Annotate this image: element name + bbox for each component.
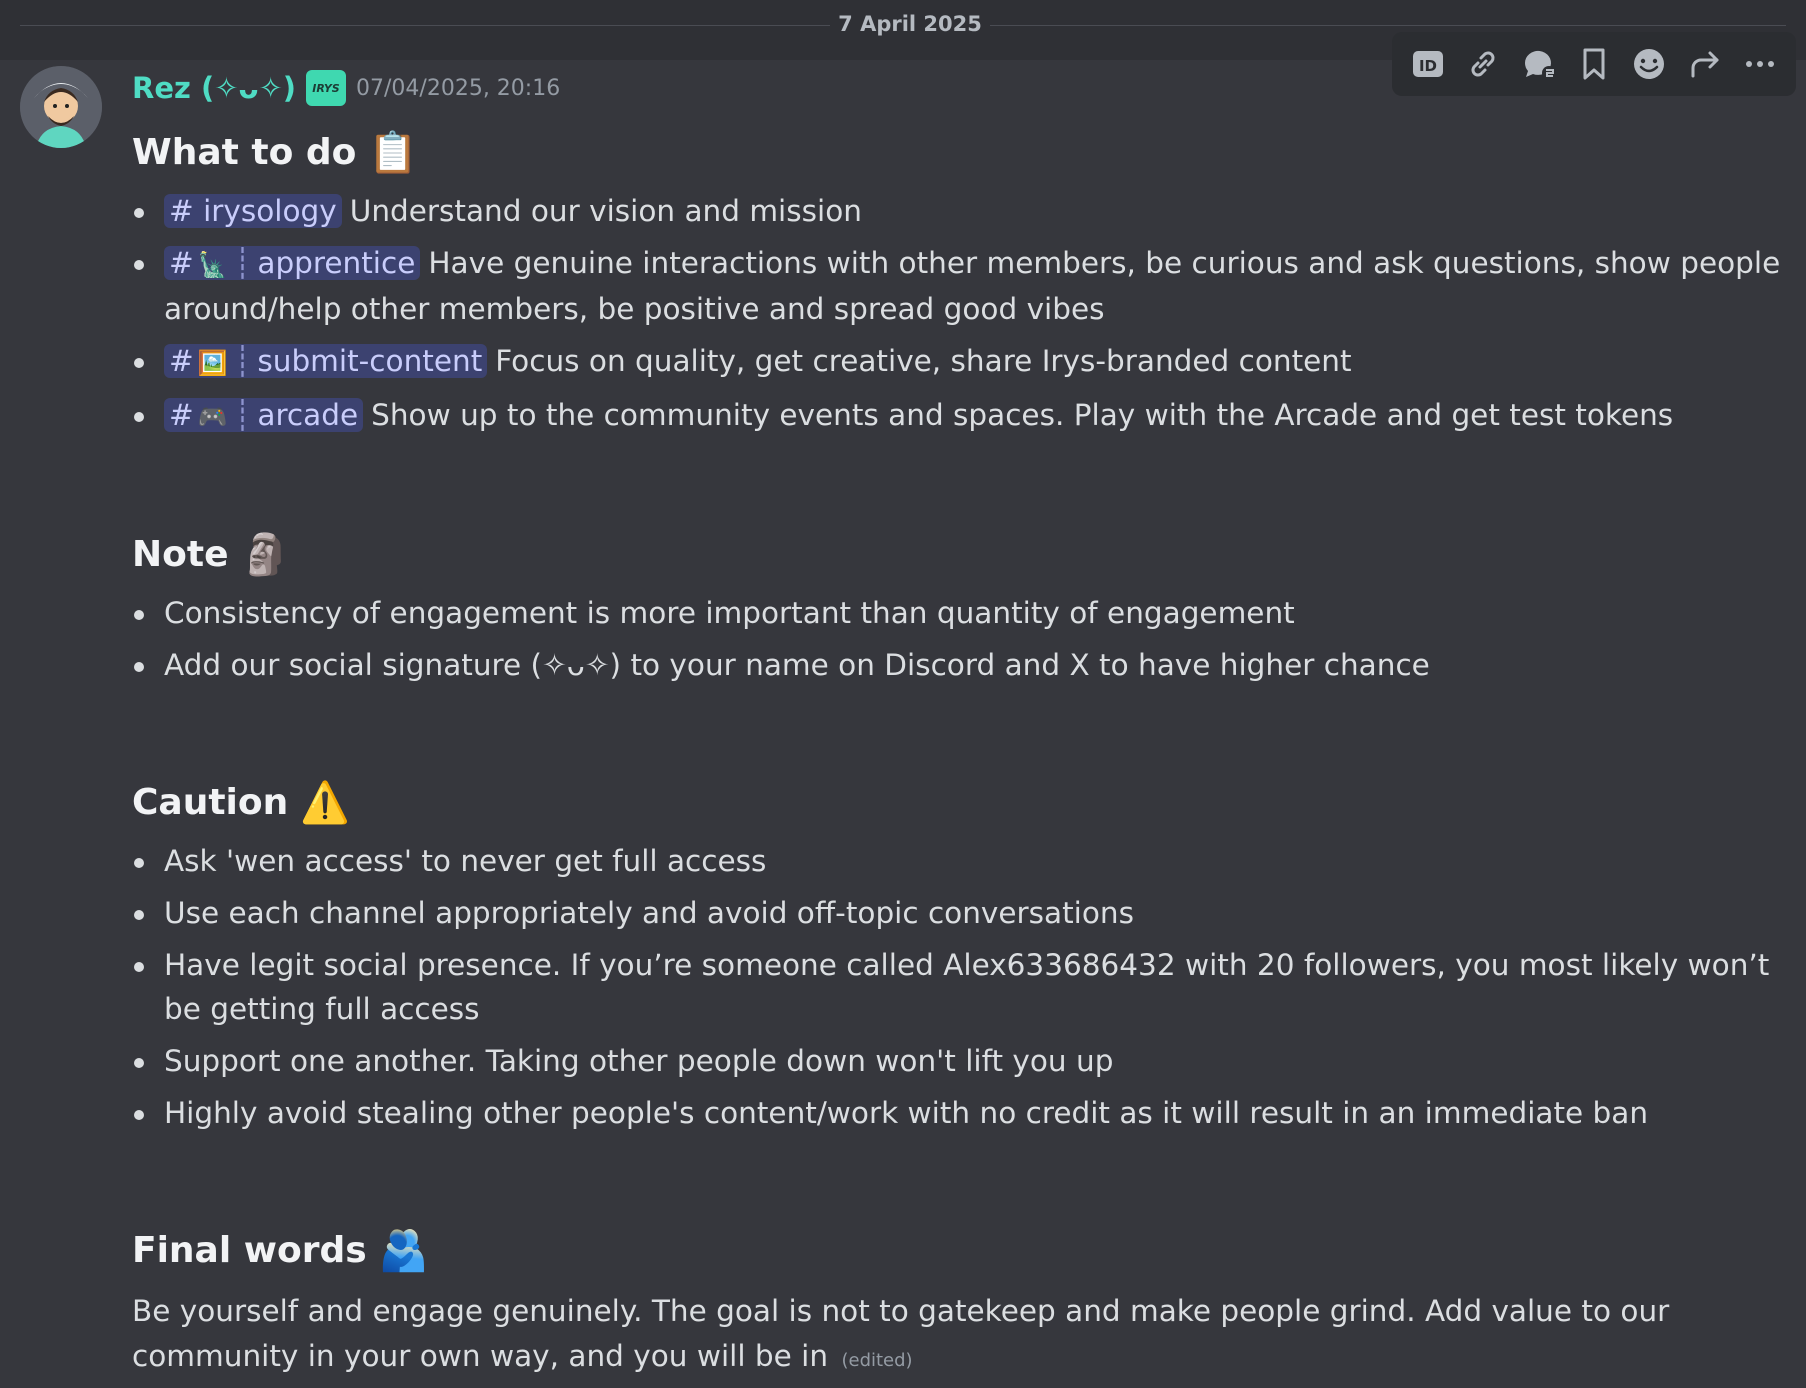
message-timestamp[interactable]: 07/04/2025, 20:16: [356, 76, 560, 101]
avatar[interactable]: [20, 66, 102, 148]
avatar-image: [20, 66, 102, 148]
message-toolbar: ID: [1392, 32, 1796, 96]
list-item: # 🗽 ┊ apprentice Have genuine interactions w…: [132, 241, 1782, 331]
channel-mention-irysology[interactable]: # irysology: [164, 194, 342, 228]
list-item: Support one another. Taking other people…: [132, 1039, 1782, 1083]
link-icon[interactable]: [1463, 44, 1503, 84]
divider-line-left: [20, 25, 830, 26]
list-item: # irysology Understand our vision and mis…: [132, 189, 1782, 233]
section-title: What to do: [132, 132, 357, 173]
id-icon[interactable]: ID: [1408, 44, 1448, 84]
picture-icon: 🖼️: [197, 349, 228, 377]
clipboard-icon: 📋: [368, 130, 419, 176]
list-item: Add our social signature (✧ᴗ✧) to your n…: [132, 643, 1782, 687]
date-divider: 7 April 2025: [838, 12, 982, 36]
message-content: What to do 📋 # irysology Understand our v…: [132, 125, 1782, 1383]
section-what-to-do: What to do 📋: [132, 125, 1782, 181]
note-list: Consistency of engagement is more import…: [132, 591, 1782, 687]
section-title: Final words: [132, 1230, 367, 1271]
section-caution: Caution ⚠️: [132, 775, 1782, 831]
caution-list: Ask 'wen access' to never get full acces…: [132, 839, 1782, 1135]
list-item: Have legit social presence. If you’re so…: [132, 943, 1782, 1031]
hug-icon: 🫂: [378, 1228, 429, 1274]
svg-text:ID: ID: [1419, 57, 1437, 75]
message-header: Rez (✧ᴗ✧) IRYS 07/04/2025, 20:16: [132, 68, 560, 108]
bookmark-icon[interactable]: [1574, 44, 1614, 84]
list-item: Use each channel appropriately and avoid…: [132, 891, 1782, 935]
section-title: Note: [132, 534, 229, 575]
divider-line-right: [990, 25, 1786, 26]
note-emoji-icon: 🗿: [240, 532, 291, 578]
forward-icon[interactable]: [1685, 44, 1725, 84]
gamepad-icon: 🎮: [197, 403, 228, 431]
list-item: Highly avoid stealing other people's con…: [132, 1091, 1782, 1135]
section-title: Caution: [132, 782, 289, 823]
list-item: Ask 'wen access' to never get full acces…: [132, 839, 1782, 883]
warning-icon: ⚠️: [300, 780, 351, 826]
list-item: Consistency of engagement is more import…: [132, 591, 1782, 635]
server-tag-badge[interactable]: IRYS: [306, 70, 347, 106]
more-icon[interactable]: [1740, 44, 1780, 84]
final-words-text: Be yourself and engage genuinely. The go…: [132, 1294, 1670, 1373]
thread-reply-icon[interactable]: [1519, 44, 1559, 84]
list-item: # 🎮 ┊ arcade Show up to the community events…: [132, 393, 1782, 439]
section-note: Note 🗿: [132, 527, 1782, 583]
reaction-icon[interactable]: [1629, 44, 1669, 84]
todo-list: # irysology Understand our vision and mis…: [132, 189, 1782, 439]
channel-mention-apprentice[interactable]: # 🗽 ┊ apprentice: [164, 246, 421, 280]
list-item: # 🖼️ ┊ submit-content Focus on quality, get …: [132, 339, 1782, 385]
channel-mention-submit-content[interactable]: # 🖼️ ┊ submit-content: [164, 344, 488, 378]
statue-icon: 🗽: [197, 251, 228, 279]
author-name[interactable]: Rez (✧ᴗ✧): [132, 71, 296, 105]
section-final-words: Final words 🫂: [132, 1223, 1782, 1279]
edited-label: (edited): [841, 1350, 913, 1371]
channel-mention-arcade[interactable]: # 🎮 ┊ arcade: [164, 398, 364, 432]
